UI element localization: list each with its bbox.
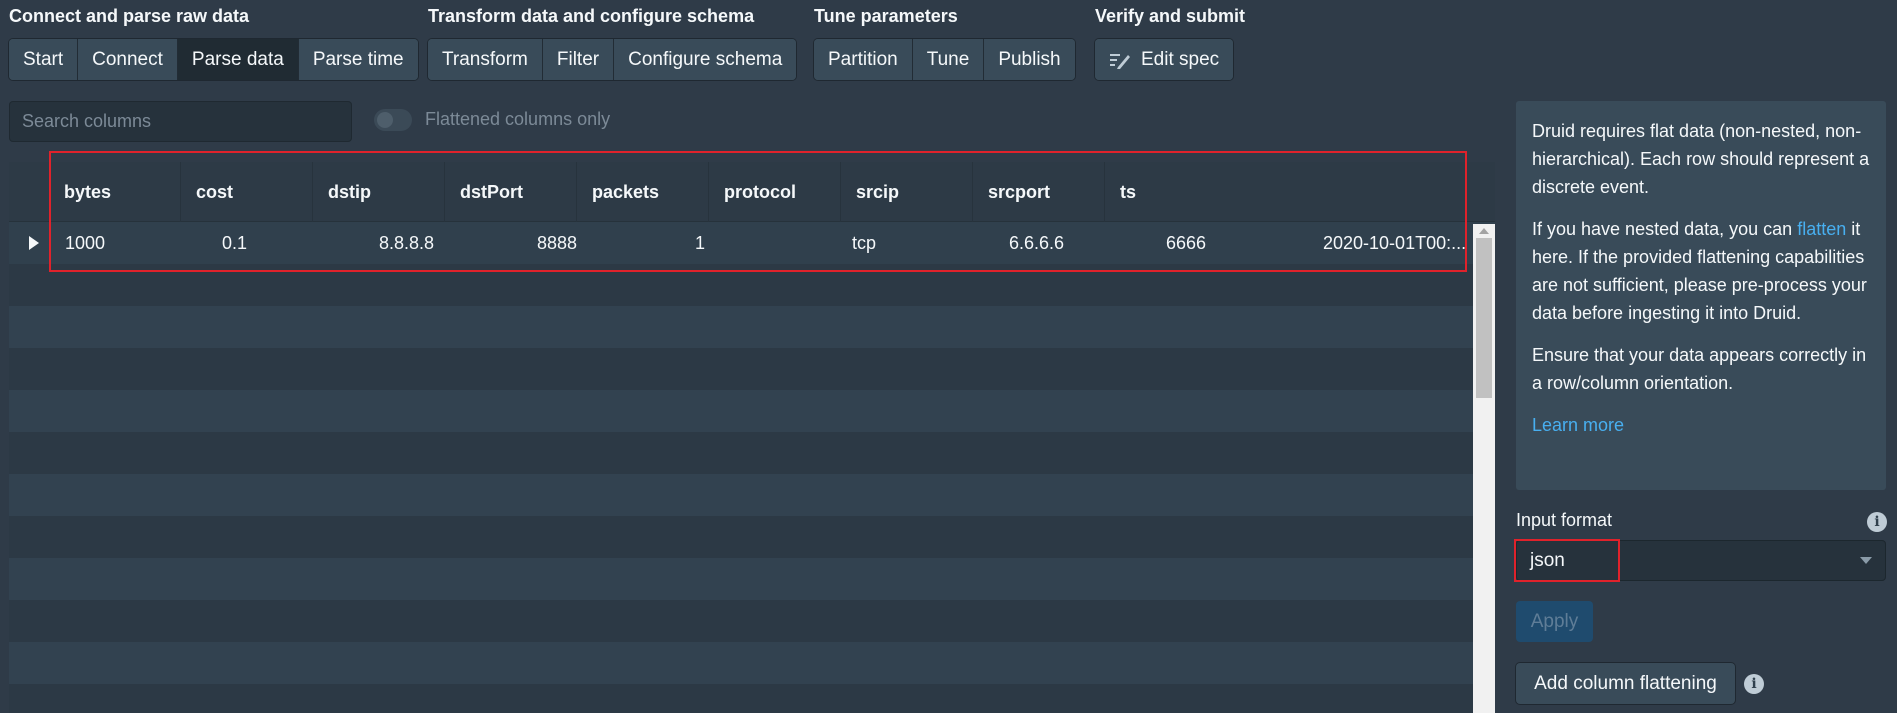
edit-spec-icon (1109, 50, 1131, 70)
stage-buttons: Transform Filter Configure schema (428, 39, 797, 80)
info-icon[interactable]: i (1744, 674, 1764, 694)
step-edit-spec-button[interactable]: Edit spec (1095, 39, 1234, 80)
info-text: If you have nested data, you can (1532, 219, 1798, 239)
empty-row (9, 348, 1473, 390)
info-paragraph-orientation: Ensure that your data appears correctly … (1532, 345, 1867, 393)
step-configure-schema-button[interactable]: Configure schema (614, 39, 797, 80)
step-partition-button[interactable]: Partition (814, 39, 913, 80)
scroll-thumb[interactable] (1476, 238, 1492, 398)
step-parse-data-button[interactable]: Parse data (177, 39, 299, 80)
info-paragraph-flat-data: Druid requires flat data (non-nested, no… (1532, 121, 1870, 197)
stage-title: Transform data and configure schema (428, 6, 755, 26)
stage-title: Tune parameters (814, 6, 958, 26)
stage-buttons: Partition Tune Publish (814, 39, 1075, 80)
flattened-columns-label: Flattened columns only (425, 109, 611, 129)
empty-row (9, 432, 1473, 474)
step-publish-button[interactable]: Publish (984, 39, 1075, 80)
stage-buttons: Edit spec (1095, 39, 1234, 80)
empty-row (9, 306, 1473, 348)
info-icon[interactable]: i (1867, 512, 1887, 532)
stage-title: Connect and parse raw data (9, 6, 250, 26)
input-format-highlight-box (1514, 539, 1620, 582)
input-format-label: Input format (1516, 510, 1613, 530)
empty-row (9, 642, 1473, 684)
step-parse-time-button[interactable]: Parse time (298, 39, 418, 80)
toggle-knob (377, 112, 393, 128)
learn-more-link[interactable]: Learn more (1532, 411, 1870, 439)
step-connect-button[interactable]: Connect (78, 39, 178, 80)
step-tune-button[interactable]: Tune (912, 39, 985, 80)
info-paragraph-nested-data: If you have nested data, you can flatten… (1532, 215, 1870, 327)
table-scrollbar[interactable] (1473, 224, 1495, 713)
step-transform-button[interactable]: Transform (428, 39, 543, 80)
stage-buttons: Start Connect Parse data Parse time (9, 39, 418, 80)
info-callout: Druid requires flat data (non-nested, no… (1516, 101, 1886, 490)
scroll-up-icon[interactable] (1479, 228, 1489, 234)
empty-row (9, 516, 1473, 558)
edit-spec-label: Edit spec (1141, 48, 1220, 70)
search-placeholder: Search columns (22, 111, 152, 131)
empty-row (9, 684, 1473, 713)
flatten-link[interactable]: flatten (1797, 219, 1846, 239)
flattened-columns-toggle[interactable] (374, 109, 412, 131)
empty-row (9, 600, 1473, 642)
add-column-flattening-button[interactable]: Add column flattening (1516, 663, 1735, 704)
empty-row (9, 558, 1473, 600)
table-highlight-box (49, 151, 1467, 272)
empty-row (9, 390, 1473, 432)
step-start-button[interactable]: Start (9, 39, 79, 80)
stage-title: Verify and submit (1095, 6, 1246, 26)
search-columns-input[interactable]: Search columns (9, 101, 352, 142)
caret-down-icon (1860, 557, 1872, 564)
expand-row-icon[interactable] (29, 236, 39, 250)
apply-button[interactable]: Apply (1516, 601, 1593, 642)
empty-row (9, 474, 1473, 516)
step-filter-button[interactable]: Filter (542, 39, 615, 80)
